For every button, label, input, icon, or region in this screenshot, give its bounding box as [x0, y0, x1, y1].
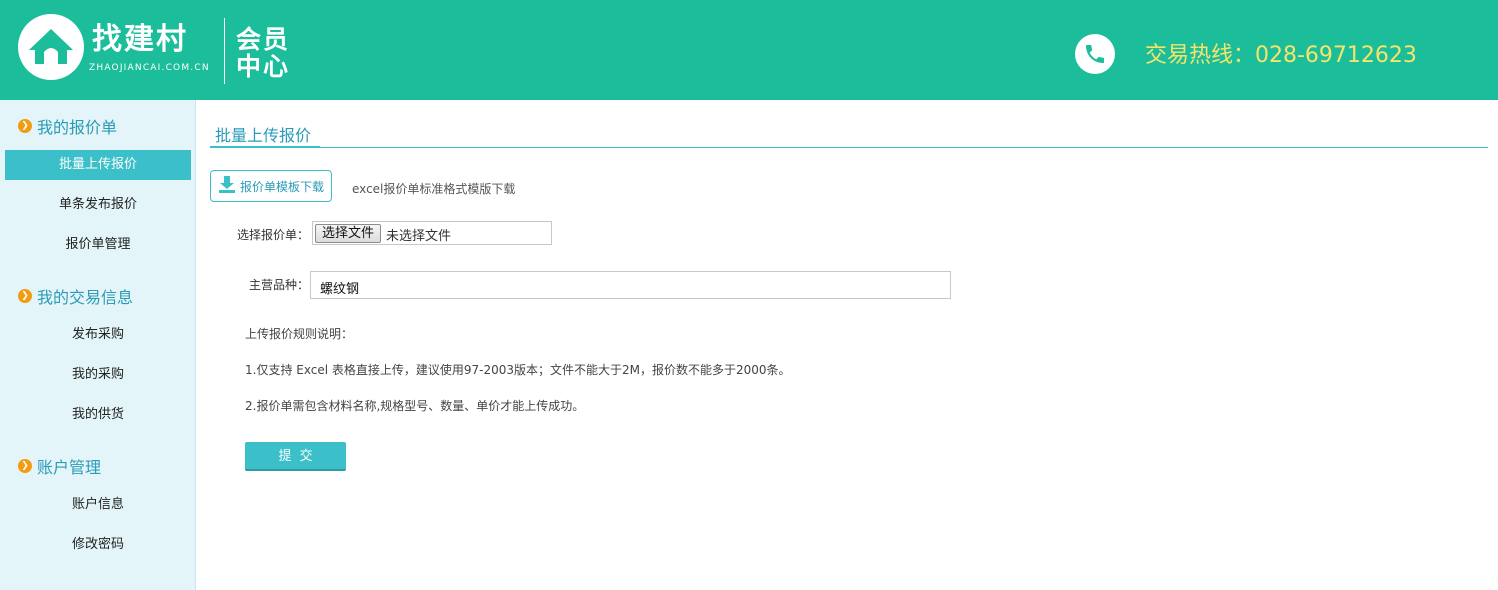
title-underline — [210, 146, 320, 148]
header: 找建村 ZHAOJIANCAI.COM.CN 会员 中心 交易热线：028-69… — [0, 0, 1498, 100]
template-download-button[interactable]: 报价单模板下载 — [210, 170, 332, 202]
sidebar-section-label: 我的报价单 — [37, 118, 118, 137]
rule-item-2: 2.报价单需包含材料名称,规格型号、数量、单价才能上传成功。 — [245, 399, 585, 413]
member-center-line2: 中心 — [236, 52, 291, 81]
sidebar-section-label: 账户管理 — [37, 458, 102, 477]
sidebar-item-account-info[interactable]: 账户信息 — [5, 490, 191, 520]
file-status: 未选择文件 — [386, 229, 452, 244]
sidebar-item-batch-upload[interactable]: 批量上传报价 — [5, 150, 191, 180]
sidebar-item-quote-management[interactable]: 报价单管理 — [5, 230, 191, 260]
member-center-line1: 会员 — [236, 25, 291, 54]
category-field-label: 主营品种： — [249, 278, 310, 292]
sidebar: ❯ 我的报价单 批量上传报价 单条发布报价 报价单管理 ❯ 我的交易信息 发布采… — [0, 100, 196, 590]
file-input[interactable]: 选择文件 未选择文件 — [312, 221, 552, 245]
template-download-label: 报价单模板下载 — [240, 179, 325, 194]
brand-domain: ZHAOJIANCAI.COM.CN — [89, 63, 210, 73]
chevron-right-icon: ❯ — [18, 119, 32, 133]
rule-item-1: 1.仅支持 Excel 表格直接上传，建议使用97-2003版本；文件不能大于2… — [245, 363, 791, 377]
sidebar-item-single-publish[interactable]: 单条发布报价 — [5, 190, 191, 220]
sidebar-item-change-password[interactable]: 修改密码 — [5, 530, 191, 560]
member-center-title: 会员 中心 — [236, 26, 290, 80]
page-title: 批量上传报价 — [215, 126, 312, 145]
sidebar-item-my-purchase[interactable]: 我的采购 — [5, 360, 191, 390]
download-icon — [218, 175, 236, 197]
chevron-right-icon: ❯ — [18, 459, 32, 473]
title-divider — [210, 147, 1488, 148]
phone-icon — [1075, 34, 1115, 74]
chevron-right-icon: ❯ — [18, 289, 32, 303]
sidebar-item-my-supply[interactable]: 我的供货 — [5, 400, 191, 430]
sidebar-item-publish-purchase[interactable]: 发布采购 — [5, 320, 191, 350]
category-input[interactable]: 螺纹钢 — [310, 271, 951, 299]
file-field-label: 选择报价单： — [237, 228, 310, 242]
sidebar-section-trade[interactable]: ❯ 我的交易信息 — [18, 284, 133, 308]
download-note: excel报价单标准格式模版下载 — [352, 182, 516, 196]
submit-button[interactable]: 提交 — [245, 442, 346, 471]
hotline-text: 交易热线：028-69712623 — [1145, 43, 1417, 68]
header-divider — [224, 18, 225, 84]
sidebar-section-account[interactable]: ❯ 账户管理 — [18, 454, 101, 478]
house-logo-icon[interactable] — [18, 14, 84, 80]
choose-file-button[interactable]: 选择文件 — [315, 224, 381, 243]
rules-title: 上传报价规则说明： — [245, 327, 354, 341]
brand-name[interactable]: 找建村 — [92, 22, 188, 58]
sidebar-section-label: 我的交易信息 — [37, 288, 134, 307]
sidebar-section-quotes[interactable]: ❯ 我的报价单 — [18, 114, 117, 138]
